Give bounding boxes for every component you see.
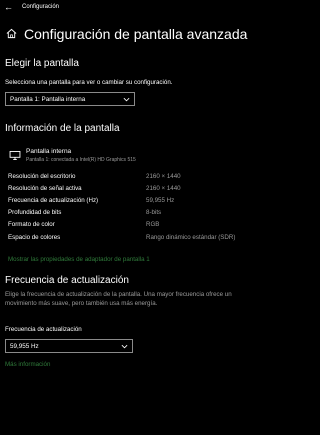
section-heading-display-info: Información de la pantalla [5, 123, 120, 134]
section-heading-refresh-rate: Frecuencia de actualización [5, 275, 129, 286]
info-label: Profundidad de bits [8, 209, 62, 216]
info-row: Profundidad de bits 8-bits [8, 208, 308, 218]
info-label: Formato de color [8, 221, 55, 228]
info-value: 59,955 Hz [146, 197, 175, 204]
title-bar: ← Configuración [0, 0, 320, 14]
info-value: 2160 × 1440 [146, 173, 181, 180]
info-value: 2160 × 1440 [146, 185, 181, 192]
display-select-value: Pantalla 1: Pantalla interna [10, 96, 86, 103]
info-row: Resolución de señal activa 2160 × 1440 [8, 184, 308, 194]
chevron-down-icon [121, 344, 128, 349]
chevron-down-icon [123, 97, 130, 102]
info-label: Espacio de colores [8, 234, 61, 241]
section-heading-choose-display: Elegir la pantalla [5, 58, 79, 69]
adapter-properties-link[interactable]: Mostrar las propiedades de adaptador de … [8, 255, 150, 264]
refresh-rate-select-value: 59,955 Hz [10, 343, 39, 350]
info-value: RGB [146, 221, 160, 228]
info-value: 8-bits [146, 209, 162, 216]
info-label: Frecuencia de actualización (Hz) [8, 197, 99, 204]
back-arrow-icon[interactable]: ← [4, 1, 13, 13]
monitor-icon [9, 151, 21, 160]
display-connection: Pantalla 1: conectada a Intel(R) HD Grap… [26, 157, 136, 163]
page-title: Configuración de pantalla avanzada [24, 26, 248, 42]
choose-display-description: Selecciona una pantalla para ver o cambi… [5, 79, 173, 86]
info-row: Frecuencia de actualización (Hz) 59,955 … [8, 196, 308, 206]
refresh-rate-select[interactable]: 59,955 Hz [5, 339, 133, 353]
refresh-rate-description: Elige la frecuencia de actualización de … [5, 291, 232, 307]
info-row: Resolución del escritorio 2160 × 1440 [8, 172, 308, 182]
info-row: Formato de color RGB [8, 220, 308, 230]
app-title: Configuración [22, 4, 60, 10]
display-select[interactable]: Pantalla 1: Pantalla interna [5, 92, 135, 106]
info-value: Rango dinámico estándar (SDR) [146, 234, 236, 241]
refresh-rate-field-label: Frecuencia de actualización [5, 326, 82, 333]
info-row: Espacio de colores Rango dinámico estánd… [8, 233, 308, 253]
info-label: Resolución del escritorio [8, 173, 76, 180]
home-icon [6, 28, 17, 39]
info-label: Resolución de señal activa [8, 185, 82, 192]
more-info-link[interactable]: Más información [5, 360, 50, 369]
display-name: Pantalla interna [26, 148, 72, 155]
